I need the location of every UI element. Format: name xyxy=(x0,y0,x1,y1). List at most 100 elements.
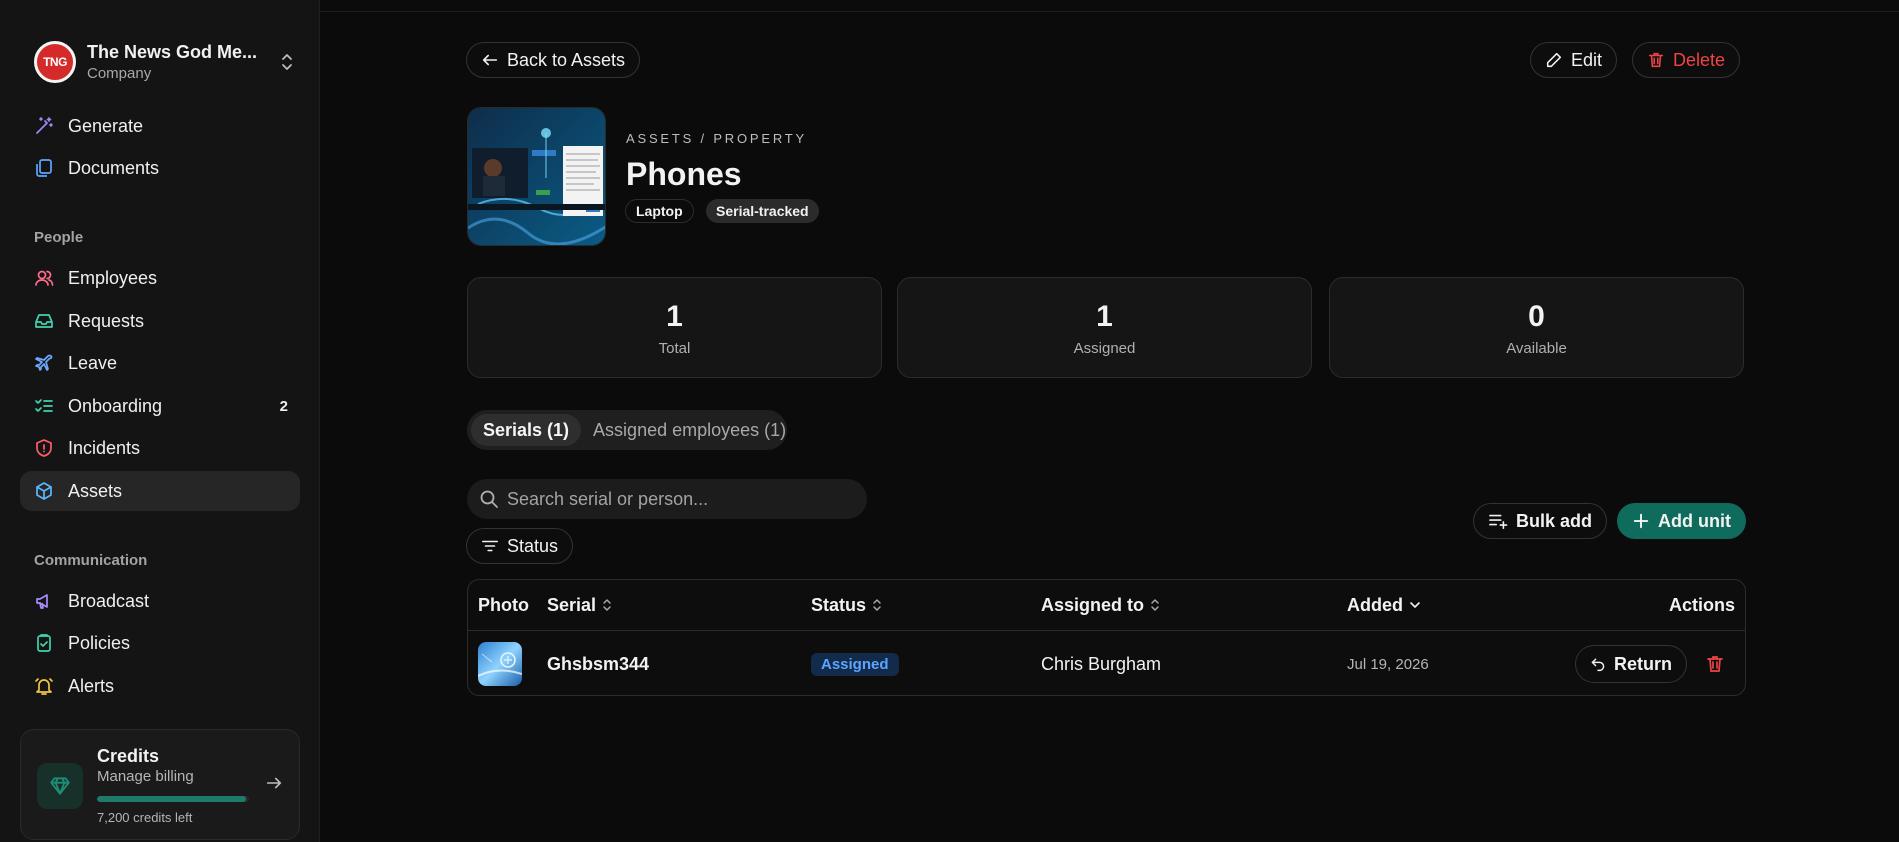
edit-button[interactable]: Edit xyxy=(1530,42,1618,78)
tab-bar: Serials (1) Assigned employees (1) xyxy=(467,410,787,450)
return-label: Return xyxy=(1614,653,1672,674)
row-serial: Ghsbsm344 xyxy=(547,653,650,674)
stat-card-assigned: 1 Assigned xyxy=(897,277,1312,378)
sidebar-item-assets[interactable]: Assets xyxy=(20,471,300,511)
sidebar-item-broadcast[interactable]: Broadcast xyxy=(20,581,300,621)
clipboard-check-icon xyxy=(34,633,54,653)
onboarding-count-badge: 2 xyxy=(279,397,288,415)
sidebar-item-alerts[interactable]: Alerts xyxy=(20,666,300,706)
sort-icon xyxy=(873,599,881,611)
megaphone-icon xyxy=(34,591,54,611)
row-assigned-to[interactable]: Chris Burgham xyxy=(1041,631,1161,695)
sidebar-item-documents[interactable]: Documents xyxy=(20,148,300,188)
sidebar-item-label: Alerts xyxy=(68,675,115,696)
credits-progress-bar xyxy=(97,796,249,802)
stat-value: 1 xyxy=(666,300,683,333)
plane-icon xyxy=(34,353,54,373)
sidebar-item-label: Onboarding xyxy=(68,395,163,416)
credits-progress-fill xyxy=(97,796,246,802)
column-header-serial[interactable]: Serial xyxy=(547,580,612,630)
row-photo-cell xyxy=(478,631,522,695)
org-switcher[interactable]: TNG The News God Me... Company xyxy=(34,38,296,86)
page-title: Phones xyxy=(626,156,742,192)
unit-thumbnail[interactable] xyxy=(478,642,522,686)
users-icon xyxy=(34,268,54,288)
top-divider xyxy=(320,0,1899,12)
serials-table: Photo Serial Status Assigned to Added Ac… xyxy=(467,579,1746,696)
sidebar-item-label: Incidents xyxy=(68,437,141,458)
status-filter-button[interactable]: Status xyxy=(466,528,574,564)
credits-remaining: 7,200 credits left xyxy=(97,810,193,825)
manage-billing-link[interactable]: Manage billing xyxy=(97,768,194,785)
sidebar-item-label: Policies xyxy=(68,632,131,653)
table-row: Ghsbsm344 Assigned Chris Burgham Jul 19,… xyxy=(468,630,1745,695)
shield-alert-icon xyxy=(34,438,54,458)
bulk-add-button[interactable]: Bulk add xyxy=(1473,503,1608,539)
package-icon xyxy=(34,481,54,501)
sidebar-item-employees[interactable]: Employees xyxy=(20,258,300,298)
arrow-left-icon xyxy=(482,54,498,66)
filter-icon xyxy=(481,540,499,552)
org-name: The News God Me... xyxy=(87,42,258,62)
column-header-added[interactable]: Added xyxy=(1347,580,1421,630)
return-button[interactable]: Return xyxy=(1575,645,1687,683)
sidebar-item-onboarding[interactable]: Onboarding 2 xyxy=(20,386,300,426)
sidebar-item-label: Requests xyxy=(68,310,145,331)
column-header-status[interactable]: Status xyxy=(811,580,882,630)
pencil-icon xyxy=(1546,52,1562,68)
section-label-people: People xyxy=(34,229,84,246)
sidebar-item-requests[interactable]: Requests xyxy=(20,301,300,341)
bulk-add-label: Bulk add xyxy=(1516,510,1593,531)
stat-value: 1 xyxy=(1096,300,1113,333)
sidebar-item-label: Leave xyxy=(68,352,118,373)
delete-button[interactable]: Delete xyxy=(1632,42,1741,78)
delete-label: Delete xyxy=(1673,49,1726,70)
arrow-right-icon[interactable] xyxy=(265,774,283,797)
bell-icon xyxy=(34,676,54,696)
sidebar-item-generate[interactable]: Generate xyxy=(20,106,300,146)
sort-icon xyxy=(1151,599,1159,611)
back-to-assets-button[interactable]: Back to Assets xyxy=(466,42,641,78)
back-label: Back to Assets xyxy=(507,49,626,70)
trash-icon xyxy=(1648,52,1664,68)
sidebar-item-leave[interactable]: Leave xyxy=(20,343,300,383)
tab-assigned-employees[interactable]: Assigned employees (1) xyxy=(581,414,798,446)
documents-icon xyxy=(34,158,54,178)
chevron-down-icon xyxy=(1410,602,1420,608)
credits-title: Credits xyxy=(97,746,160,766)
trash-icon xyxy=(1707,656,1723,672)
tag-tracking: Serial-tracked xyxy=(706,199,819,223)
chevron-up-down-icon[interactable] xyxy=(278,51,296,73)
stat-label: Available xyxy=(1506,340,1567,357)
sidebar: TNG The News God Me... Company Generate … xyxy=(0,0,320,842)
sidebar-item-label: Documents xyxy=(68,157,160,178)
delete-unit-button[interactable] xyxy=(1705,654,1725,674)
stat-value: 0 xyxy=(1528,300,1545,333)
add-unit-button[interactable]: Add unit xyxy=(1617,503,1746,539)
sidebar-item-label: Broadcast xyxy=(68,590,150,611)
undo-icon xyxy=(1591,658,1605,672)
status-filter-label: Status xyxy=(507,535,559,556)
magic-wand-icon xyxy=(34,116,54,136)
row-status-cell: Assigned xyxy=(811,631,899,695)
org-type: Company xyxy=(87,65,152,82)
sidebar-item-policies[interactable]: Policies xyxy=(20,623,300,663)
row-actions-cell: Return xyxy=(1575,631,1725,695)
asset-photo xyxy=(467,107,606,246)
row-added-date: Jul 19, 2026 xyxy=(1347,655,1429,673)
column-header-photo: Photo xyxy=(478,594,529,615)
sidebar-item-incidents[interactable]: Incidents xyxy=(20,428,300,468)
plus-icon xyxy=(1633,513,1649,529)
sidebar-item-label: Employees xyxy=(68,267,158,288)
tab-serials[interactable]: Serials (1) xyxy=(471,414,582,446)
org-logo: TNG xyxy=(34,41,76,83)
stat-card-available: 0 Available xyxy=(1329,277,1744,378)
add-unit-label: Add unit xyxy=(1658,510,1731,531)
edit-label: Edit xyxy=(1571,49,1603,70)
section-label-communication: Communication xyxy=(34,552,148,569)
stat-label: Total xyxy=(658,340,691,357)
column-header-assigned-to[interactable]: Assigned to xyxy=(1041,580,1160,630)
credits-card[interactable]: Credits Manage billing 7,200 credits lef… xyxy=(20,729,300,840)
sidebar-item-label: Generate xyxy=(68,115,144,136)
search-input[interactable] xyxy=(507,488,837,510)
